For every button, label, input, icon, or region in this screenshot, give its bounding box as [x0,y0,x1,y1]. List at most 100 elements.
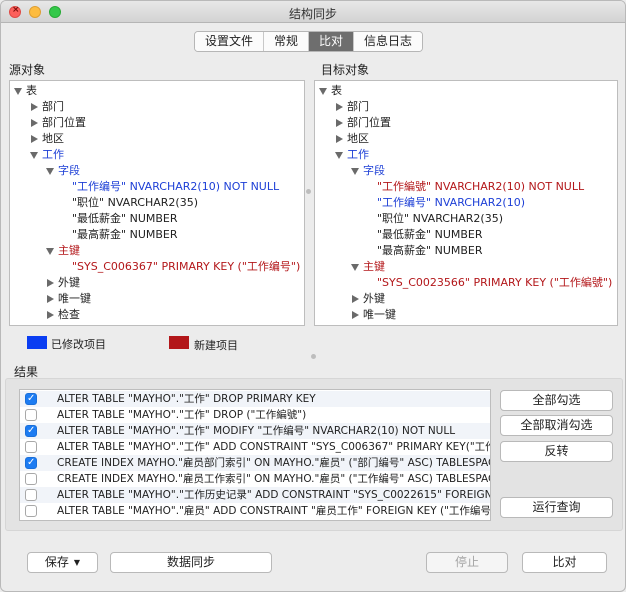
disclosure-collapsed-icon[interactable] [47,311,54,319]
result-row[interactable]: ALTER TABLE "MAYHO"."工作" ADD CONSTRAINT … [20,439,490,455]
tree-leaf[interactable]: "最高薪金" NUMBER [72,227,178,243]
tree-leaf[interactable]: "工作编号" NVARCHAR2(10) [377,195,525,211]
tree-node-label: 部门位置 [347,116,391,129]
modified-legend-label: 已修改项目 [51,338,106,351]
tree-leaf[interactable]: "SYS_C006367" PRIMARY KEY ("工作编号") [72,259,300,275]
result-row[interactable]: ALTER TABLE "MAYHO"."工作" DROP ("工作編號") [20,407,490,423]
result-row[interactable]: ALTER TABLE "MAYHO"."工作" DROP PRIMARY KE… [20,391,490,407]
disclosure-expanded-icon[interactable] [319,87,327,95]
tree-leaf[interactable]: "工作编号" NVARCHAR2(10) NOT NULL [72,179,279,195]
save-button-label: 保存 [44,555,69,569]
invert-selection-button[interactable]: 反转 [500,441,613,462]
result-checkbox[interactable] [25,505,37,517]
modified-color-swatch [27,336,47,349]
tree-node[interactable]: 工作 [30,147,64,163]
deselect-all-button[interactable]: 全部取消勾选 [500,415,613,436]
new-legend-label: 新建项目 [194,339,238,352]
stop-button[interactable]: 停止 [426,552,508,573]
compare-button[interactable]: 比对 [522,552,607,573]
tree-node-label: "工作编号" NVARCHAR2(10) NOT NULL [72,180,280,193]
target-tree[interactable]: 表部门 部门位置地区 工作 字段 "工作編號" NVARCHAR2(10) NOT NU… [314,80,618,326]
tree-leaf[interactable]: "职位" NVARCHAR2(35) [377,211,503,227]
tree-node[interactable]: 表 [319,83,342,99]
tree-node[interactable]: 部门位置 [335,115,391,131]
disclosure-collapsed-icon[interactable] [31,103,38,111]
disclosure-expanded-icon[interactable] [46,247,54,255]
tree-node-label: 主键 [58,244,80,257]
result-checkbox[interactable] [25,441,37,453]
result-checkbox[interactable] [25,489,37,501]
result-checkbox[interactable] [25,473,37,485]
result-row[interactable]: ALTER TABLE "MAYHO"."工作历史记录" ADD CONSTRA… [20,487,490,503]
result-checkbox[interactable] [25,391,37,407]
vertical-splitter-handle[interactable] [306,189,311,194]
horizontal-splitter-handle[interactable] [311,354,316,359]
result-checkbox[interactable] [25,455,37,471]
disclosure-expanded-icon[interactable] [351,263,359,271]
tree-node-label: 部门位置 [42,116,86,129]
tree-node-label: 主键 [363,260,385,273]
result-row[interactable]: ALTER TABLE "MAYHO"."工作" MODIFY "工作编号" N… [20,423,490,439]
tree-node[interactable]: 部门 [335,99,369,115]
tree-node[interactable]: 地区 [30,131,64,147]
disclosure-collapsed-icon[interactable] [336,103,343,111]
disclosure-collapsed-icon[interactable] [352,295,359,303]
tree-node[interactable]: 字段 [46,163,80,179]
disclosure-expanded-icon[interactable] [46,167,54,175]
sync-window: × 结构同步 设置文件 常规 比对 信息日志 源对象 目标对象 表部门 部门位置地… [0,0,626,592]
tree-node[interactable]: 字段 [351,163,385,179]
save-button[interactable]: 保存 ▼ [27,552,98,573]
tree-leaf[interactable]: "最低薪金" NUMBER [377,227,483,243]
disclosure-collapsed-icon[interactable] [47,279,54,287]
tree-node[interactable]: 部门 [30,99,64,115]
disclosure-collapsed-icon[interactable] [31,135,38,143]
tree-leaf[interactable]: "SYS_C0023566" PRIMARY KEY ("工作編號") [377,275,612,291]
source-tree[interactable]: 表部门 部门位置地区工作 字段 "工作编号" NVARCHAR2(10) NOT NU… [9,80,305,326]
result-row[interactable]: ALTER TABLE "MAYHO"."雇员" ADD CONSTRAINT … [20,503,490,519]
disclosure-collapsed-icon[interactable] [47,295,54,303]
result-row[interactable]: CREATE INDEX MAYHO."雇员部门索引" ON MAYHO."雇员… [20,455,490,471]
tree-leaf[interactable]: "工作編號" NVARCHAR2(10) NOT NULL [377,179,584,195]
tree-node[interactable]: 唯一键 [46,291,91,307]
tab-message-log[interactable]: 信息日志 [354,32,423,51]
tree-leaf[interactable]: "职位" NVARCHAR2(35) [72,195,198,211]
disclosure-expanded-icon[interactable] [14,87,22,95]
tree-node[interactable]: 外键 [351,291,385,307]
tree-node[interactable]: 唯一键 [351,307,396,323]
tree-node[interactable]: 外键 [46,275,80,291]
disclosure-collapsed-icon[interactable] [336,119,343,127]
data-sync-button[interactable]: 数据同步 [110,552,272,573]
tree-node[interactable]: 地区 [335,131,369,147]
disclosure-expanded-icon[interactable] [335,151,343,159]
tree-node-label: "工作編號" NVARCHAR2(10) NOT NULL [377,180,585,193]
tab-general[interactable]: 常规 [264,32,310,51]
tree-node[interactable]: 检查 [46,307,80,323]
tree-node[interactable]: 工作 [335,147,369,163]
tree-node[interactable]: 主键 [46,243,80,259]
disclosure-expanded-icon[interactable] [30,151,38,159]
result-checkbox[interactable] [25,423,37,439]
chevron-down-icon: ▼ [73,558,81,567]
result-checkbox[interactable] [25,409,37,421]
result-sql-text: ALTER TABLE "MAYHO"."工作" DROP PRIMARY KE… [57,393,316,405]
target-objects-title: 目标对象 [321,63,370,77]
disclosure-collapsed-icon[interactable] [352,311,359,319]
run-query-button[interactable]: 运行查询 [500,497,613,518]
tab-compare[interactable]: 比对 [309,32,355,51]
result-row[interactable]: CREATE INDEX MAYHO."雇员工作索引" ON MAYHO."雇员… [20,471,490,487]
tree-leaf[interactable]: "最高薪金" NUMBER [377,243,483,259]
tree-node-label: "最低薪金" NUMBER [72,212,178,225]
tree-node[interactable]: 主键 [351,259,385,275]
select-all-button[interactable]: 全部勾选 [500,390,613,411]
tree-node-label: "最高薪金" NUMBER [72,228,178,241]
disclosure-collapsed-icon[interactable] [31,119,38,127]
tab-settings-file[interactable]: 设置文件 [195,32,265,51]
tree-node[interactable]: 表 [14,83,37,99]
tree-node-label: "SYS_C0023566" PRIMARY KEY ("工作編號") [377,276,613,289]
disclosure-expanded-icon[interactable] [351,167,359,175]
results-list[interactable]: ALTER TABLE "MAYHO"."工作" DROP PRIMARY KE… [19,389,491,521]
tree-leaf[interactable]: "最低薪金" NUMBER [72,211,178,227]
tree-node-label: 地区 [42,132,64,145]
tree-node[interactable]: 部门位置 [30,115,86,131]
disclosure-collapsed-icon[interactable] [336,135,343,143]
